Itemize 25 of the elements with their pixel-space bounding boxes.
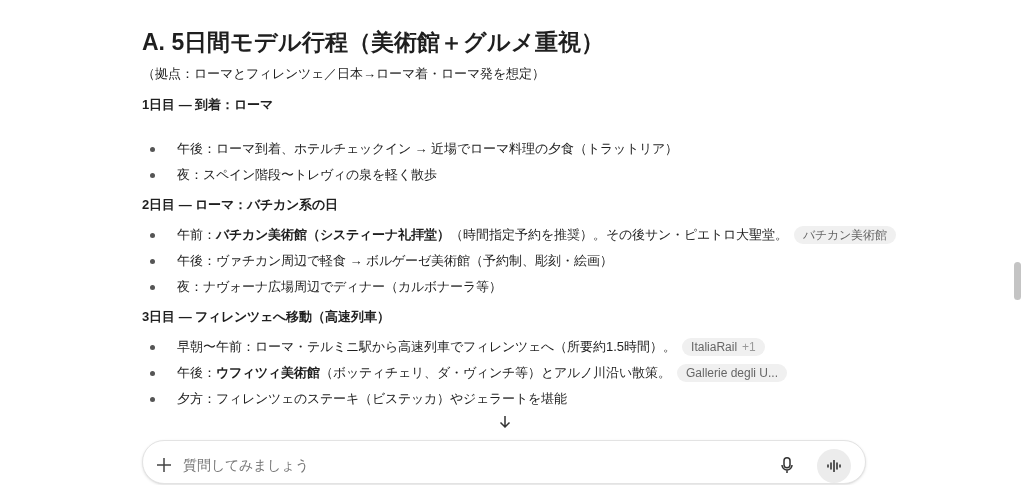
- scrollbar-thumb[interactable]: [1014, 262, 1021, 300]
- microphone-icon[interactable]: [781, 457, 793, 474]
- arrow-down-icon: [499, 415, 511, 429]
- list-item-text: 早朝〜午前：ローマ・テルミニ駅から高速列車でフィレンツェへ（所要約1.5時間）。: [177, 338, 677, 357]
- question-field[interactable]: 質問してみましょう: [142, 440, 866, 484]
- list-item-text: 午後：ローマ到着、ホテルチェックイン → 近場でローマ料理の夕食（トラットリア）: [177, 140, 679, 159]
- list-item-text: 夜：スペイン階段〜トレヴィの泉を軽く散歩: [177, 166, 437, 185]
- plus-icon[interactable]: [157, 458, 171, 472]
- source-count: +1: [742, 339, 756, 356]
- list-item-text: 夕方：フィレンツェのステーキ（ビステッカ）やジェラートを堪能: [177, 390, 567, 409]
- subtitle: （拠点：ローマとフィレンツェ／日本→ローマ着・ローマ発を想定）: [142, 65, 546, 83]
- source-chip[interactable]: Gallerie degli U...: [677, 364, 788, 382]
- day-heading: 3日目 — フィレンツェへ移動（高速列車）: [142, 308, 392, 326]
- page-title: A. 5日間モデル行程（美術館＋グルメ重視）: [142, 28, 606, 57]
- source-chip[interactable]: ItaliaRail +1: [682, 338, 765, 356]
- source-chip[interactable]: バチカン美術館: [794, 226, 896, 244]
- day-heading: 1日目 — 到着：ローマ: [142, 96, 275, 114]
- waveform-icon: [827, 460, 841, 472]
- list-item-text: 午後：ヴァチカン周辺で軽食 → ボルゲーゼ美術館（予約制、彫刻・絵画）: [177, 252, 614, 271]
- day-heading: 2日目 — ローマ：バチカン系の日: [142, 196, 340, 214]
- list-item-text: 午前：バチカン美術館（システィーナ礼拝堂）（時間指定予約を推奨）。その後サン・ピエトロ大聖堂。: [177, 226, 788, 245]
- list-item-text: 午後：ウフィツィ美術館（ボッティチェリ、ダ・ヴィンチ等）とアルノ川沿い散策。: [177, 364, 671, 383]
- voice-mode-button[interactable]: [817, 449, 851, 483]
- list-item-text: 夜：ナヴォーナ広場周辺でディナー（カルボナーラ等）: [177, 278, 502, 297]
- question-input[interactable]: 質問してみましょう: [183, 450, 769, 480]
